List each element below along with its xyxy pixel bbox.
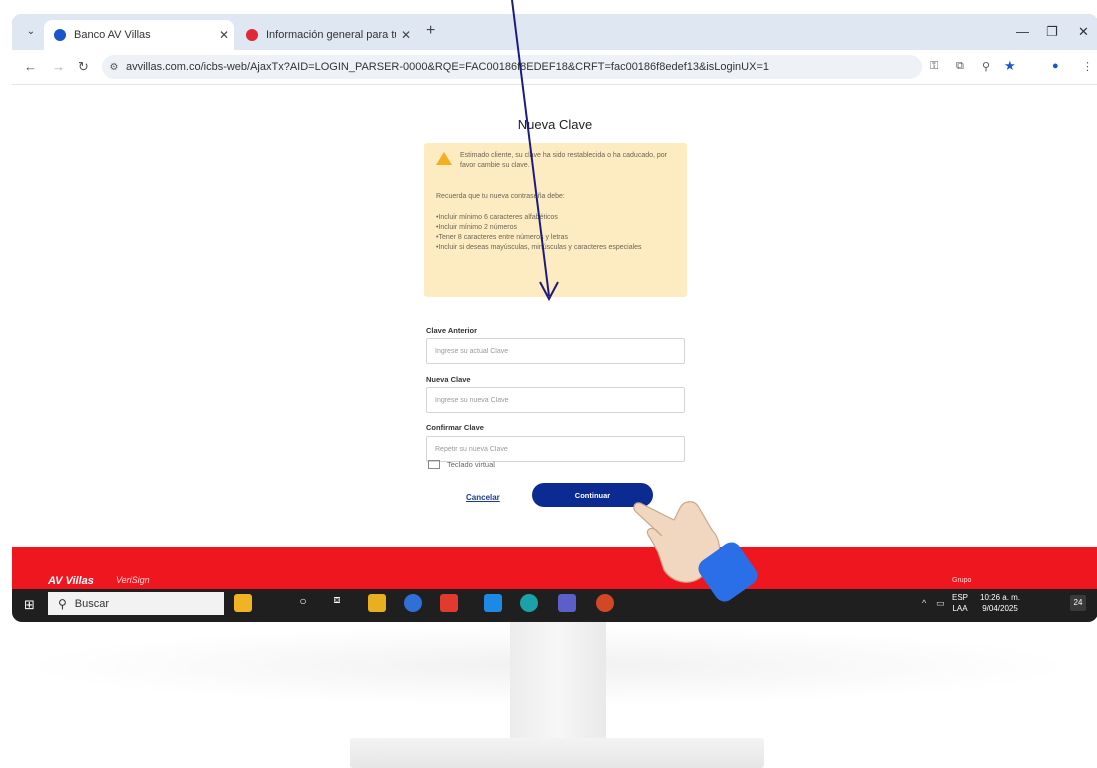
monitor-stand-base — [350, 738, 764, 768]
list-item: •Tener 8 caracteres entre números y letr… — [436, 234, 569, 241]
taskbar-search-label: Buscar — [74, 597, 110, 610]
site-settings-icon[interactable]: ⚙ — [102, 62, 126, 73]
requirements-heading: Recuerda que tu nueva contraseña debe: — [436, 193, 565, 200]
footer-banner: AV Villas VeriSign Grupo — [12, 547, 1097, 589]
warning-icon — [436, 152, 452, 165]
close-tab-icon[interactable]: ✕ — [214, 28, 234, 42]
password-key-icon[interactable]: ⚿ — [930, 60, 938, 73]
cortana-icon[interactable]: ○ — [294, 594, 312, 612]
list-item: •Incluir mínimo 6 caracteres alfabéticos — [436, 214, 558, 221]
back-icon[interactable]: ← — [24, 59, 37, 74]
new-password-input[interactable] — [426, 387, 685, 413]
tab-banco-av-villas[interactable]: Banco AV Villas ✕ — [44, 20, 234, 50]
url-text: avvillas.com.co/icbs-web/AjaxTx?AID=LOGI… — [126, 61, 770, 73]
language-indicator[interactable]: ESP LAA — [952, 592, 968, 614]
task-view-icon[interactable]: ⧈ — [328, 594, 346, 612]
av-villas-logo: AV Villas — [48, 575, 94, 587]
red-favicon-icon — [246, 29, 258, 41]
teams-icon[interactable] — [558, 594, 576, 612]
tab-informacion-general[interactable]: Información general para tu en ✕ — [236, 20, 416, 50]
network-icon[interactable]: ▭ — [936, 598, 945, 609]
monitor: ⌄ Banco AV Villas ✕ Información general … — [12, 14, 1097, 622]
tab-strip: ⌄ Banco AV Villas ✕ Información general … — [12, 14, 1097, 50]
list-item: •Incluir si deseas mayúsculas, minúscula… — [436, 244, 642, 251]
tab-title: Banco AV Villas — [74, 29, 151, 41]
bookmark-star-icon[interactable]: ★ — [1004, 58, 1016, 74]
tab-search-icon[interactable]: ⌄ — [22, 23, 40, 41]
red-app-icon[interactable] — [440, 594, 458, 612]
translate-icon[interactable]: ⧉ — [956, 60, 964, 73]
more-menu-icon[interactable]: ⋮ — [1082, 60, 1093, 73]
virtual-keyboard-toggle[interactable]: Teclado virtual — [428, 460, 495, 469]
clock[interactable]: 10:26 a. m. 9/04/2025 — [980, 592, 1020, 614]
notifications-badge[interactable]: 24 — [1070, 595, 1086, 611]
cancel-link[interactable]: Cancelar — [466, 493, 500, 502]
powerpoint-icon[interactable] — [596, 594, 614, 612]
page-content: Nueva Clave Estimado cliente, su clave h… — [12, 85, 1097, 569]
windows-taskbar: ⊞ ⚲ Buscar ○ ⧈ ^ ▭ ESP LAA 10:26 a. m. 9… — [12, 589, 1097, 618]
keyboard-icon — [428, 460, 440, 469]
close-tab-icon[interactable]: ✕ — [396, 28, 416, 42]
forward-icon[interactable]: → — [52, 59, 65, 74]
confirm-password-label: Confirmar Clave — [426, 423, 484, 432]
browser-toolbar: ← → ↻ ⚙ avvillas.com.co/icbs-web/AjaxTx?… — [12, 50, 1097, 85]
monitor-stand-neck — [510, 622, 606, 738]
list-item: •Incluir mínimo 2 números — [436, 224, 518, 231]
av-villas-favicon-icon — [54, 29, 66, 41]
old-password-label: Clave Anterior — [426, 326, 477, 335]
time-text: 10:26 a. m. — [980, 593, 1021, 602]
virtual-keyboard-label: Teclado virtual — [447, 460, 495, 469]
close-window-icon[interactable]: ✕ — [1078, 24, 1089, 40]
profile-icon[interactable]: ● — [1052, 60, 1059, 72]
outlook-icon[interactable] — [484, 594, 502, 612]
old-password-input[interactable] — [426, 338, 685, 364]
date-text: 9/04/2025 — [982, 604, 1018, 613]
taskbar-search[interactable]: ⚲ Buscar — [48, 592, 224, 615]
search-icon: ⚲ — [58, 596, 67, 611]
edge-icon[interactable] — [520, 594, 538, 612]
windows-start-icon[interactable]: ⊞ — [24, 597, 35, 613]
minimize-icon[interactable]: — — [1016, 24, 1029, 39]
warning-message: Estimado cliente, su clave ha sido resta… — [460, 152, 668, 169]
grupo-logo: Grupo — [952, 577, 972, 584]
chrome-icon[interactable] — [404, 594, 422, 612]
tray-chevron-icon[interactable]: ^ — [922, 598, 926, 608]
confirm-password-input[interactable] — [426, 436, 685, 462]
page-title: Nueva Clave — [517, 117, 593, 132]
file-explorer-icon[interactable] — [368, 594, 386, 612]
keyboard-layout: LAA — [952, 604, 968, 613]
warning-box: Estimado cliente, su clave ha sido resta… — [424, 143, 687, 297]
continue-button[interactable]: Continuar — [532, 483, 653, 507]
new-password-label: Nueva Clave — [426, 375, 471, 384]
zoom-icon[interactable]: ⚲ — [982, 60, 990, 73]
work-app-icon[interactable] — [234, 594, 252, 612]
restore-icon[interactable]: ❐ — [1046, 24, 1058, 40]
address-bar[interactable]: ⚙ avvillas.com.co/icbs-web/AjaxTx?AID=LO… — [102, 55, 922, 79]
language-code: ESP — [952, 593, 969, 602]
new-tab-icon[interactable]: + — [426, 22, 435, 40]
reload-icon[interactable]: ↻ — [78, 59, 89, 75]
tab-title: Información general para tu en — [266, 29, 396, 41]
screen: ⌄ Banco AV Villas ✕ Información general … — [12, 14, 1097, 618]
verisign-logo: VeriSign — [116, 575, 150, 585]
requirements-list: •Incluir mínimo 6 caracteres alfabéticos… — [436, 213, 681, 253]
